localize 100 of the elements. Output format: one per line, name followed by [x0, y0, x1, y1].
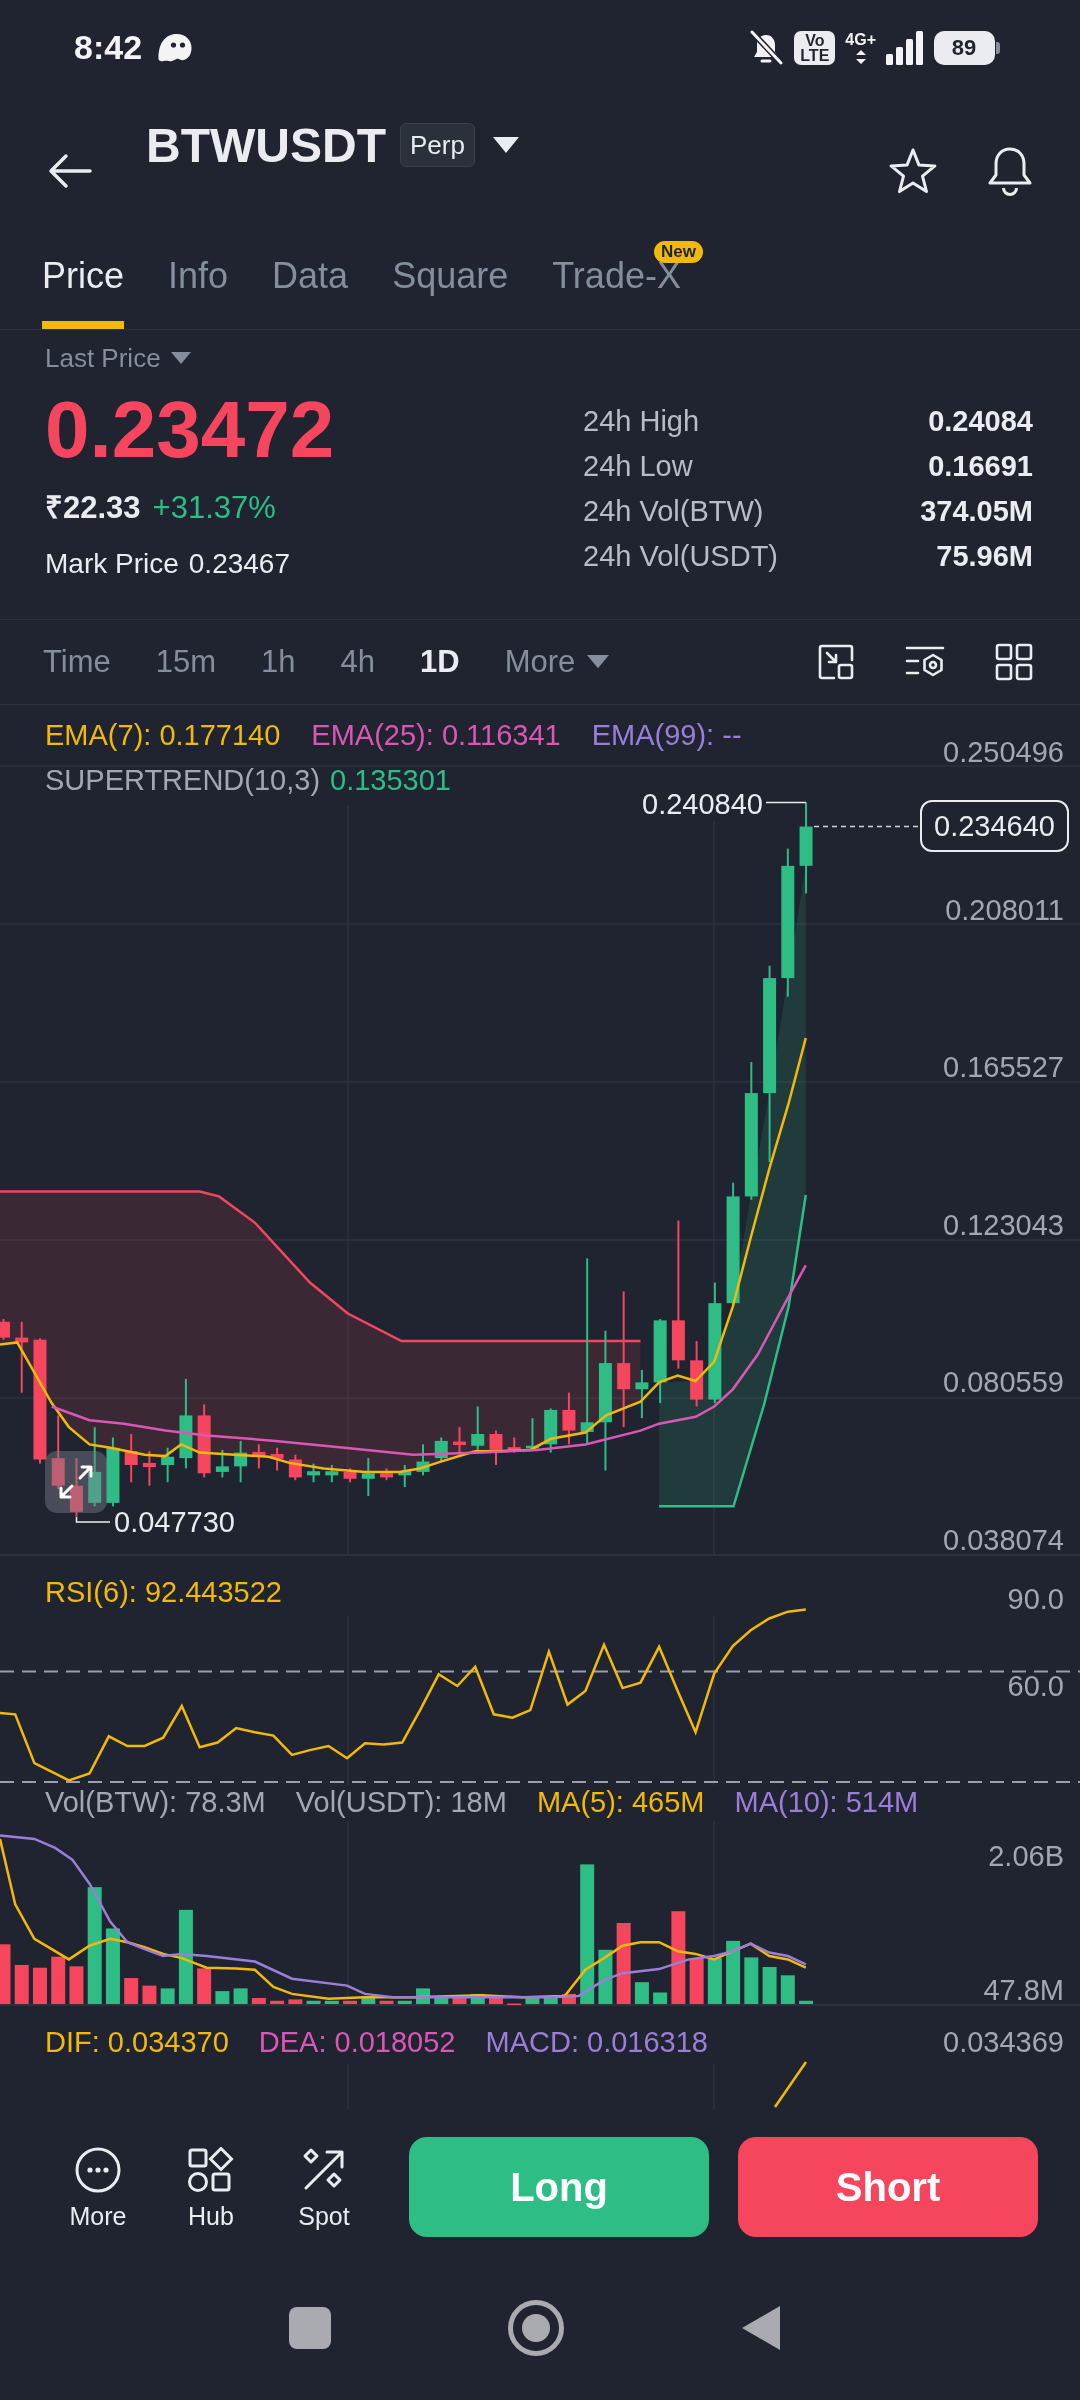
candle	[343, 1467, 357, 1484]
grid-icon[interactable]	[995, 643, 1033, 681]
low-price-label: 0.047730	[114, 1509, 235, 1535]
toolbar-button[interactable]: Hub	[166, 2146, 256, 2231]
candle	[380, 1467, 394, 1482]
interval-tab[interactable]: 15m	[155, 642, 217, 682]
candle	[270, 1446, 284, 1472]
fiat-price: ₹22.33	[45, 489, 141, 527]
volume-bar	[507, 2003, 522, 2006]
candle	[471, 1405, 485, 1453]
long-button[interactable]: Long	[409, 2137, 709, 2237]
volume-bar	[707, 1958, 722, 2004]
expand-icon[interactable]	[45, 1451, 107, 1513]
volume-bar	[762, 1967, 777, 2004]
back-arrow-icon[interactable]	[48, 153, 92, 189]
volume-bar	[379, 2000, 394, 2004]
toolbar-button[interactable]: Spot	[279, 2146, 369, 2231]
mark-price-label: Mark Price	[45, 547, 179, 581]
signal-bars-icon	[886, 30, 924, 65]
volume-bar	[525, 1996, 540, 2004]
ellipsis-circle-icon	[75, 2146, 121, 2193]
axis-label: 0.123043	[943, 1211, 1064, 1238]
volume-bar	[689, 1958, 704, 2004]
candle	[489, 1429, 503, 1466]
tab[interactable]: Trade-X New	[552, 241, 703, 329]
candle	[252, 1443, 266, 1470]
tab[interactable]: Info	[168, 254, 229, 329]
volume-bar	[634, 1982, 649, 2004]
candle	[507, 1436, 521, 1454]
triangle-nav-icon[interactable]	[741, 2304, 781, 2351]
candle	[398, 1464, 412, 1489]
stat-value: 0.16691	[927, 449, 1033, 484]
high-price-label: 0.240840	[642, 791, 763, 817]
contract-badge: Perp	[399, 123, 475, 167]
axis-label: 0.080559	[943, 1369, 1064, 1396]
interval-tab[interactable]: 1h	[261, 642, 296, 682]
volume-bar	[397, 2000, 412, 2004]
volume-bar	[361, 1996, 376, 2004]
volume-bar	[215, 1991, 230, 2004]
toolbar-button[interactable]: More	[53, 2146, 143, 2231]
tab[interactable]: Price	[42, 254, 125, 329]
battery-level: 89	[934, 30, 1000, 65]
candle	[416, 1443, 430, 1477]
short-button[interactable]: Short	[738, 2137, 1038, 2237]
tab[interactable]: Data	[272, 254, 349, 329]
candle	[234, 1439, 248, 1484]
stat-value: 374.05M	[920, 494, 1033, 529]
stat-value: 75.96M	[935, 539, 1033, 574]
bell-icon[interactable]	[987, 146, 1033, 196]
volume-bar	[726, 1940, 741, 2004]
volume-bar	[124, 1978, 139, 2004]
volume-bar	[799, 2000, 814, 2004]
last-price-value: 0.23472	[45, 388, 335, 472]
candle	[288, 1453, 302, 1482]
candle	[0, 1318, 10, 1341]
legend-value: 0.135301	[330, 767, 451, 793]
stat-label: 24h High	[583, 404, 701, 439]
volume-bar	[452, 1998, 467, 2004]
price-type-dropdown[interactable]: Last Price	[45, 340, 191, 376]
clock-time: 8:42	[74, 28, 143, 67]
corner-arrow-icon[interactable]	[817, 643, 855, 681]
interval-tab[interactable]: 4h	[340, 642, 376, 682]
stat-label: 24h Vol(BTW)	[583, 494, 765, 529]
candle	[544, 1407, 558, 1454]
volume-bar	[543, 1998, 558, 2004]
interval-tab[interactable]: 1D	[420, 642, 460, 682]
stat-label: 24h Vol(USDT)	[583, 539, 778, 574]
volume-bar	[251, 1998, 266, 2004]
volume-bar	[51, 1956, 66, 2004]
symbol-title: BTWUSDT	[146, 117, 386, 173]
candle	[690, 1340, 704, 1408]
ring-nav-icon[interactable]	[508, 2299, 564, 2356]
tab[interactable]: Square	[392, 254, 509, 329]
volume-bar	[343, 2000, 358, 2004]
axis-label: 60.0	[1007, 1673, 1064, 1699]
axis-label: 47.8M	[983, 1977, 1064, 2003]
volume-bar	[197, 1968, 212, 2004]
interval-tab[interactable]: Time	[43, 642, 111, 682]
volume-bar	[142, 1985, 157, 2004]
square-nav-icon[interactable]	[289, 2306, 331, 2349]
caret-down-icon	[587, 655, 610, 669]
volume-bar	[33, 1967, 47, 2004]
axis-label: 0.165527	[943, 1054, 1064, 1081]
bell-off-icon	[748, 29, 785, 66]
volume-bar	[598, 1949, 613, 2004]
axis-label: 0.038074	[943, 1527, 1064, 1553]
volume-bar	[160, 1988, 175, 2004]
candle	[69, 1457, 83, 1518]
axis-label: 2.06B	[988, 1843, 1064, 1869]
axis-label: 0.208011	[945, 896, 1064, 923]
star-icon[interactable]	[889, 148, 937, 194]
volume-bar	[0, 1944, 11, 2004]
more-intervals-dropdown[interactable]: More	[504, 642, 610, 682]
volume-bar	[233, 1988, 248, 2004]
candle	[106, 1436, 120, 1508]
dif-line	[773, 2061, 808, 2108]
candle	[361, 1457, 375, 1497]
caret-down-icon[interactable]	[492, 137, 519, 153]
volume-bar	[780, 1975, 795, 2004]
legend-label: DEA: 0.018052	[258, 2029, 456, 2055]
